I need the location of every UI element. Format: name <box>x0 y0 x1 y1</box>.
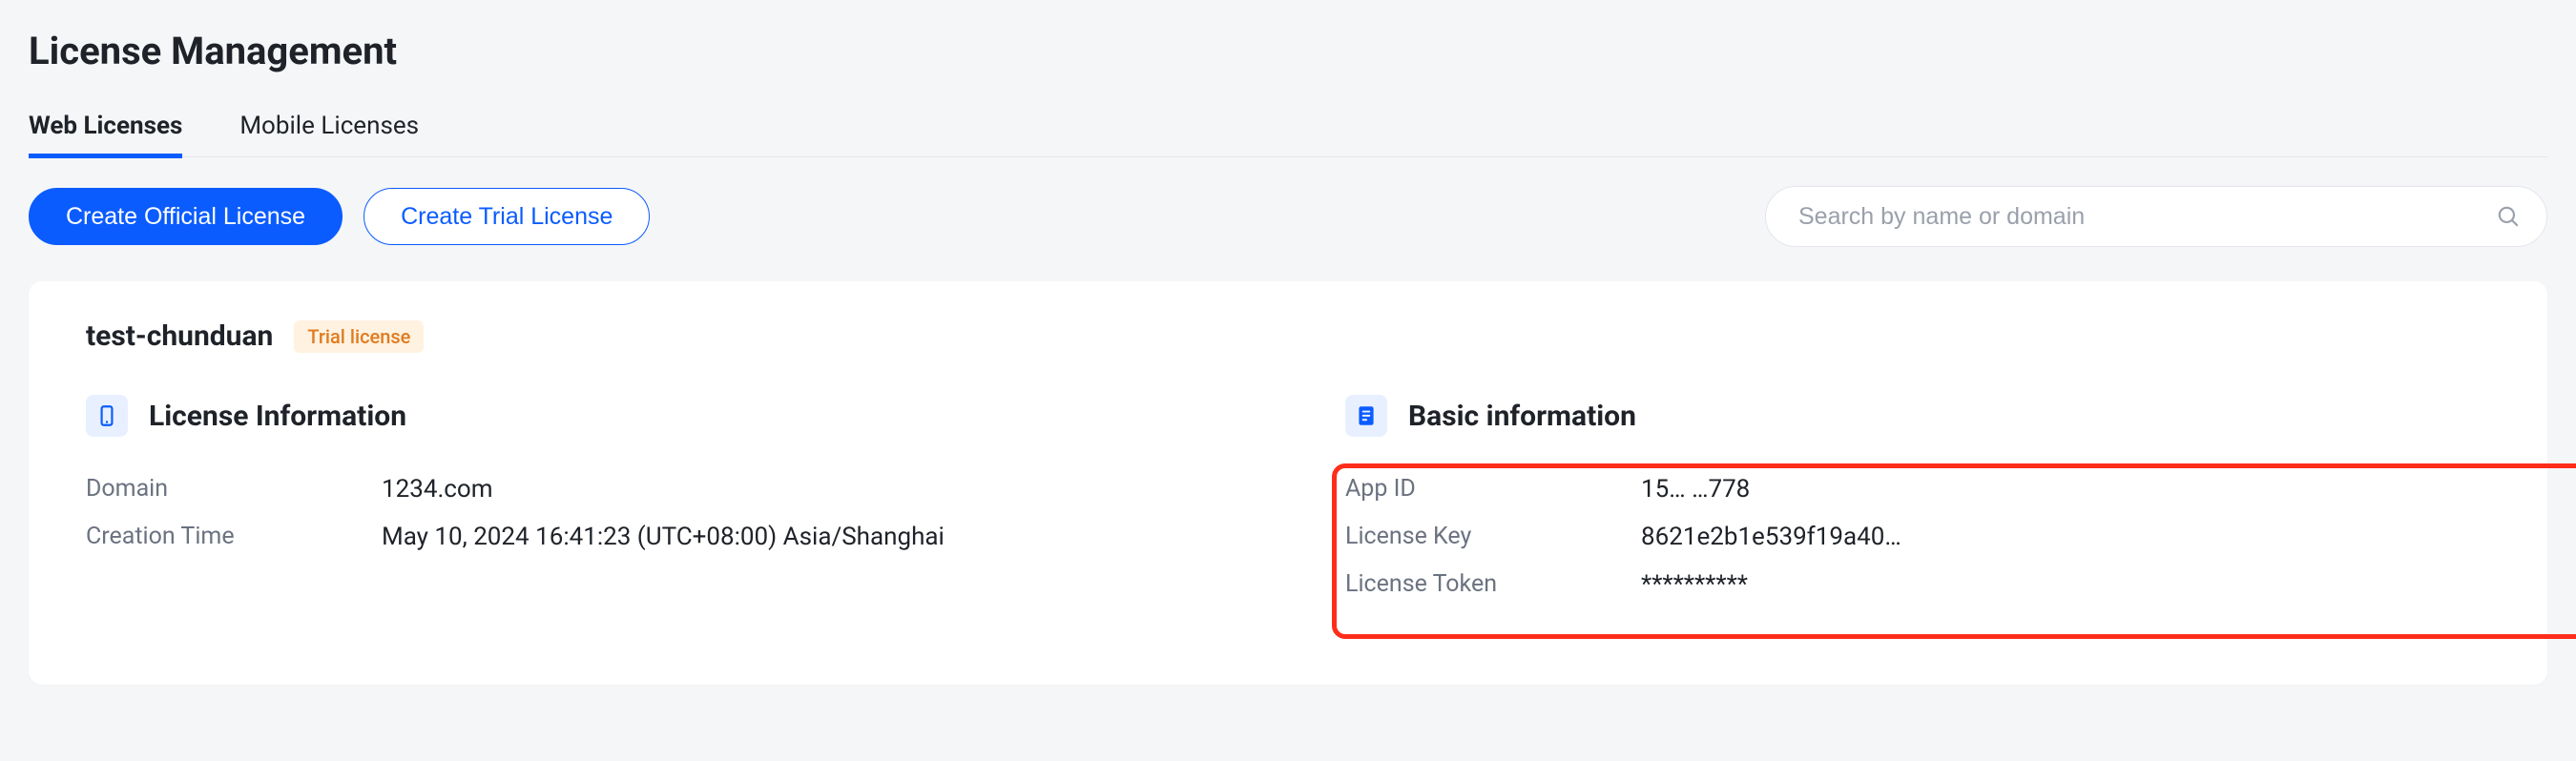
tabs: Web Licenses Mobile Licenses <box>29 112 2547 157</box>
search-wrap <box>1765 186 2547 247</box>
domain-label: Domain <box>86 475 382 504</box>
card-header: test-chunduan Trial license <box>86 319 2490 353</box>
basic-info-heading: Basic information <box>1408 400 1636 433</box>
page-root: License Management Web Licenses Mobile L… <box>0 0 2576 685</box>
create-trial-license-button[interactable]: Create Trial License <box>364 188 650 245</box>
trial-badge: Trial license <box>294 320 424 353</box>
license-token-value: ********** <box>1641 570 1748 599</box>
basic-info-head: Basic information <box>1345 395 2490 437</box>
toolbar-left: Create Official License Create Trial Lic… <box>29 188 650 245</box>
license-info-column: License Information Domain 1234.com Crea… <box>86 395 1345 561</box>
license-key-value: 8621e2b1e539f19a40… <box>1641 523 1901 551</box>
tab-web-licenses[interactable]: Web Licenses <box>29 112 182 158</box>
license-name: test-chunduan <box>86 319 273 353</box>
creation-time-value: May 10, 2024 16:41:23 (UTC+08:00) Asia/S… <box>382 523 945 551</box>
appid-label: App ID <box>1345 475 1641 504</box>
creation-time-label: Creation Time <box>86 523 382 551</box>
domain-row: Domain 1234.com <box>86 465 1231 513</box>
device-icon <box>86 395 128 437</box>
appid-value: 15… …778 <box>1641 475 1750 504</box>
license-key-label: License Key <box>1345 523 1641 551</box>
search-input[interactable] <box>1765 186 2547 247</box>
toolbar: Create Official License Create Trial Lic… <box>29 186 2547 247</box>
appid-row: App ID 15… …778 <box>1345 465 2490 513</box>
license-info-heading: License Information <box>149 400 406 433</box>
license-info-head: License Information <box>86 395 1231 437</box>
search-icon <box>2494 202 2523 231</box>
license-key-row: License Key 8621e2b1e539f19a40… <box>1345 513 2490 561</box>
license-card: test-chunduan Trial license License Info… <box>29 281 2547 685</box>
document-icon <box>1345 395 1387 437</box>
create-official-license-button[interactable]: Create Official License <box>29 188 343 245</box>
creation-time-row: Creation Time May 10, 2024 16:41:23 (UTC… <box>86 513 1231 561</box>
page-title: License Management <box>29 29 2547 73</box>
domain-value: 1234.com <box>382 475 493 504</box>
card-columns: License Information Domain 1234.com Crea… <box>86 395 2490 608</box>
basic-info-column: Basic information App ID 15… …778 Licens… <box>1345 395 2490 608</box>
license-token-label: License Token <box>1345 570 1641 599</box>
license-token-row: License Token ********** <box>1345 561 2490 608</box>
tab-mobile-licenses[interactable]: Mobile Licenses <box>239 112 419 158</box>
